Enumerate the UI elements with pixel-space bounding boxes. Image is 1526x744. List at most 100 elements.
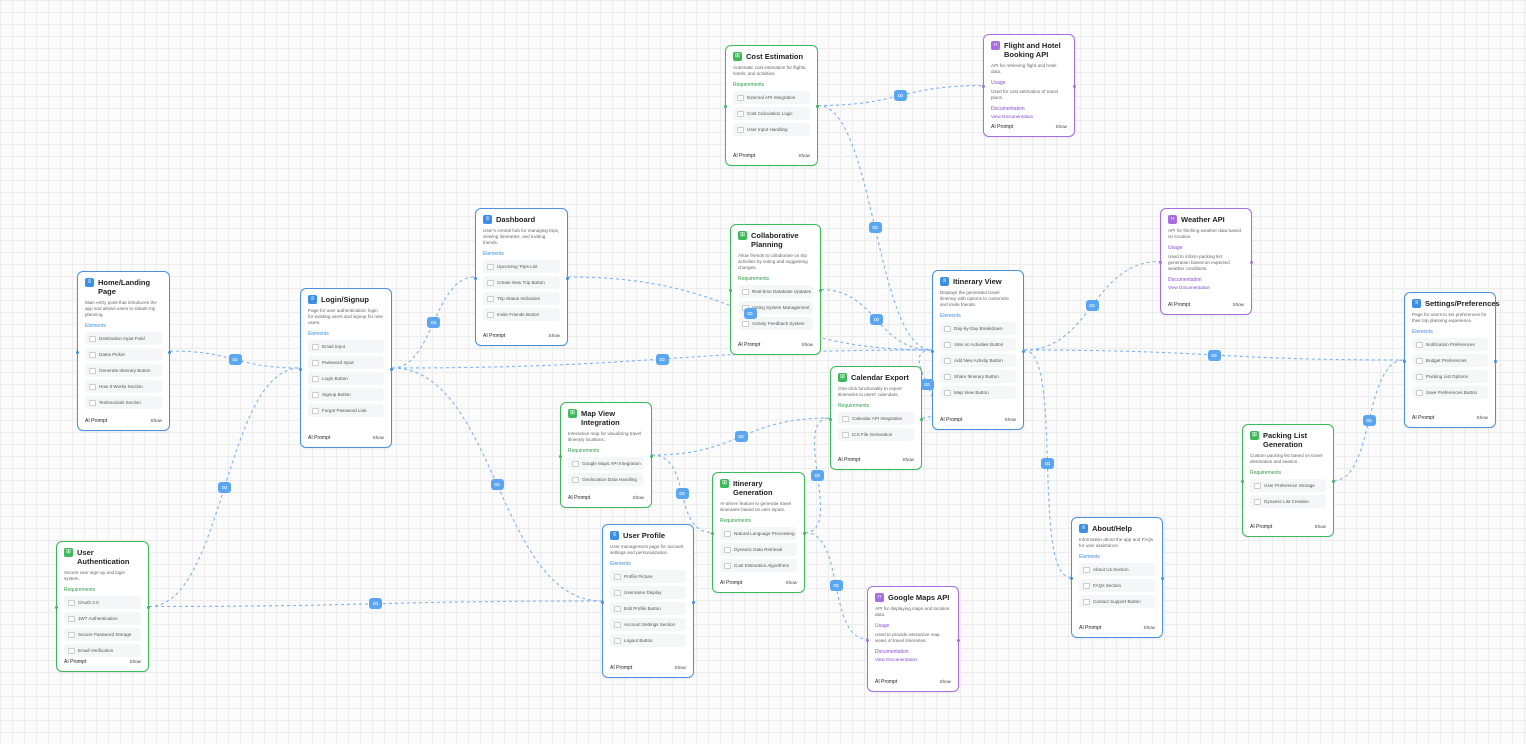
list-item[interactable]: Cost Estimation Algorithms bbox=[720, 559, 797, 572]
list-item[interactable]: Vote on Activities Button bbox=[940, 338, 1016, 351]
link-icon[interactable]: ∞ bbox=[811, 469, 824, 481]
list-item[interactable]: JWT Authentication bbox=[64, 612, 141, 625]
link-icon[interactable]: ∞ bbox=[675, 488, 689, 500]
link-icon[interactable]: ∞ bbox=[894, 90, 907, 101]
view-documentation-link[interactable]: View Documentation bbox=[1168, 285, 1244, 290]
input-port[interactable] bbox=[866, 638, 869, 642]
output-port[interactable] bbox=[803, 532, 806, 535]
input-port[interactable] bbox=[829, 417, 832, 421]
link-icon[interactable]: ∞ bbox=[734, 431, 748, 442]
output-port[interactable] bbox=[566, 276, 569, 280]
show-button[interactable]: Show bbox=[903, 457, 915, 463]
list-item[interactable]: Dates Picker bbox=[85, 348, 162, 361]
show-button[interactable]: Show bbox=[549, 333, 561, 339]
list-item[interactable]: How It Works Section bbox=[85, 380, 162, 393]
node-calendar[interactable]: ⊞ Calendar Export One-click functionalit… bbox=[829, 366, 923, 470]
output-port[interactable] bbox=[819, 289, 822, 292]
list-item[interactable]: Share Itinerary Button bbox=[940, 370, 1016, 383]
list-item[interactable]: Email Input bbox=[308, 340, 384, 353]
link-icon[interactable]: ∞ bbox=[228, 354, 242, 365]
show-button[interactable]: Show bbox=[802, 342, 814, 348]
list-item[interactable]: OAuth 2.0 bbox=[64, 596, 141, 609]
list-item[interactable]: About Us Section bbox=[1079, 563, 1155, 576]
node-itinerary[interactable]: ≡ Itinerary View Displays the generated … bbox=[931, 270, 1025, 430]
link-icon[interactable]: ∞ bbox=[490, 479, 504, 490]
show-button[interactable]: Show bbox=[675, 665, 687, 671]
view-documentation-link[interactable]: View Documentation bbox=[875, 657, 951, 662]
show-button[interactable]: Show bbox=[1005, 417, 1017, 423]
list-item[interactable]: Save Preferences Button bbox=[1412, 386, 1488, 399]
output-port[interactable] bbox=[1073, 85, 1076, 88]
show-button[interactable]: Show bbox=[633, 495, 645, 501]
list-item[interactable]: Dynamic List Creation bbox=[1250, 495, 1326, 508]
list-item[interactable]: User Preference Storage bbox=[1250, 479, 1326, 492]
list-item[interactable]: External API Integration bbox=[733, 91, 810, 104]
input-port[interactable] bbox=[474, 276, 477, 280]
list-item[interactable]: Account Settings Section bbox=[610, 618, 686, 631]
node-cost[interactable]: ⊞ Cost Estimation Automatic cost estimat… bbox=[724, 45, 819, 166]
show-button[interactable]: Show bbox=[151, 418, 163, 424]
list-item[interactable]: Invite Friends Button bbox=[483, 308, 560, 321]
list-item[interactable]: Generate Itinerary Button bbox=[85, 364, 162, 377]
output-port[interactable] bbox=[1332, 480, 1335, 483]
link-icon[interactable]: ∞ bbox=[870, 314, 883, 326]
show-button[interactable]: Show bbox=[1477, 415, 1489, 421]
node-gen[interactable]: ⊞ Itinerary Generation AI-driven feature… bbox=[711, 472, 806, 593]
output-port[interactable] bbox=[1022, 349, 1025, 353]
node-weather[interactable]: ‹› Weather API API for fetching weather … bbox=[1159, 208, 1253, 315]
list-item[interactable]: Testimonials Section bbox=[85, 396, 162, 409]
show-button[interactable]: Show bbox=[130, 659, 142, 665]
output-port[interactable] bbox=[650, 454, 653, 458]
list-item[interactable]: FAQs Section bbox=[1079, 579, 1155, 592]
show-button[interactable]: Show bbox=[1056, 124, 1068, 130]
output-port[interactable] bbox=[920, 417, 923, 421]
list-item[interactable]: Calendar API Integration bbox=[838, 412, 914, 425]
input-port[interactable] bbox=[55, 606, 58, 609]
list-item[interactable]: Natural Language Processing bbox=[720, 527, 797, 540]
list-item[interactable]: Cost Calculation Logic bbox=[733, 107, 810, 120]
input-port[interactable] bbox=[1159, 261, 1162, 264]
node-mapview[interactable]: ⊞ Map View Integration Interactive map f… bbox=[559, 402, 653, 508]
list-item[interactable]: Dynamic Data Retrieval bbox=[720, 543, 797, 556]
input-port[interactable] bbox=[299, 367, 302, 371]
node-home[interactable]: ≡ Home/Landing Page Main entry point tha… bbox=[76, 271, 171, 431]
input-port[interactable] bbox=[1241, 480, 1244, 483]
link-icon[interactable]: ∞ bbox=[427, 317, 440, 328]
input-port[interactable] bbox=[76, 350, 79, 354]
list-item[interactable]: Trip Status Indicators bbox=[483, 292, 560, 305]
list-item[interactable]: Username Display bbox=[610, 586, 686, 599]
output-port[interactable] bbox=[692, 600, 695, 604]
output-port[interactable] bbox=[390, 367, 393, 371]
list-item[interactable]: Notification Preferences bbox=[1412, 338, 1488, 351]
list-item[interactable]: Forgot Password Link bbox=[308, 404, 384, 417]
list-item[interactable]: Budget Preferences bbox=[1412, 354, 1488, 367]
list-item[interactable]: Packing List Options bbox=[1412, 370, 1488, 383]
list-item[interactable]: Logout Button bbox=[610, 634, 686, 647]
input-port[interactable] bbox=[724, 105, 727, 108]
link-icon[interactable]: ∞ bbox=[655, 353, 669, 365]
node-login[interactable]: ≡ Login/Signup Page for user authenticat… bbox=[299, 288, 393, 448]
show-button[interactable]: Show bbox=[1315, 524, 1327, 530]
link-icon[interactable]: ∞ bbox=[1041, 458, 1054, 470]
link-icon[interactable]: ∞ bbox=[369, 598, 382, 610]
node-auth[interactable]: ⊞ User Authentication Secure user sign-u… bbox=[55, 541, 150, 672]
output-port[interactable] bbox=[1161, 577, 1164, 580]
view-documentation-link[interactable]: View Documentation bbox=[991, 114, 1067, 119]
input-port[interactable] bbox=[559, 454, 562, 458]
output-port[interactable] bbox=[147, 606, 150, 609]
list-item[interactable]: Email Verification bbox=[64, 644, 141, 657]
link-icon[interactable]: ∞ bbox=[218, 481, 231, 493]
list-item[interactable]: Contact Support Button bbox=[1079, 595, 1155, 608]
input-port[interactable] bbox=[1070, 577, 1073, 580]
link-icon[interactable]: ∞ bbox=[920, 378, 934, 390]
node-about[interactable]: ≡ About/Help Information about the app a… bbox=[1070, 517, 1164, 638]
list-item[interactable]: User Input Handling bbox=[733, 123, 810, 136]
node-packing[interactable]: ⊞ Packing List Generation Custom packing… bbox=[1241, 424, 1335, 537]
list-item[interactable]: Geolocation Data Handling bbox=[568, 473, 644, 486]
list-item[interactable]: Profile Picture bbox=[610, 570, 686, 583]
list-item[interactable]: Add New Activity Button bbox=[940, 354, 1016, 367]
list-item[interactable]: Map View Button bbox=[940, 386, 1016, 399]
input-port[interactable] bbox=[601, 600, 604, 604]
output-port[interactable] bbox=[1250, 261, 1253, 264]
node-gmaps[interactable]: ‹› Google Maps API API for displaying ma… bbox=[866, 586, 960, 692]
